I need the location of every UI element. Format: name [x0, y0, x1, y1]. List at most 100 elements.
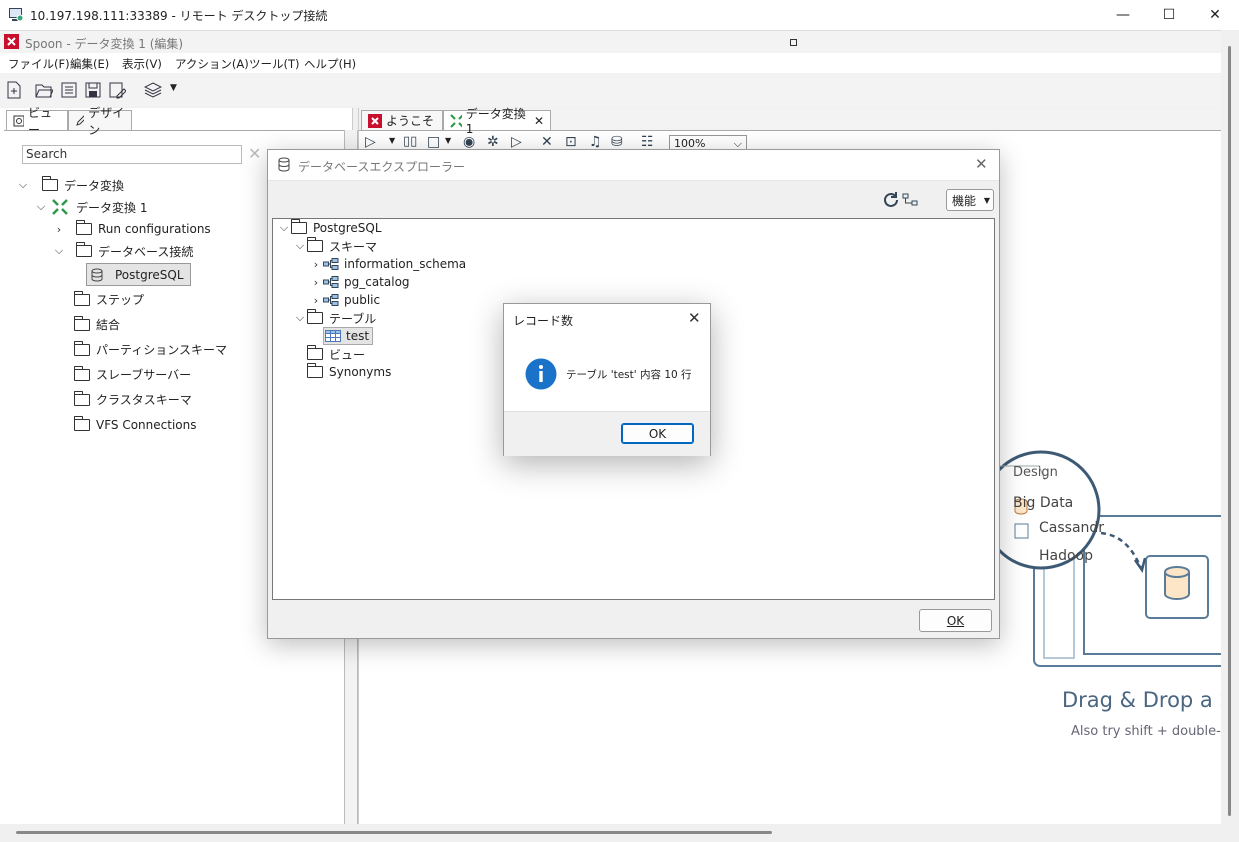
schema-icon	[323, 258, 339, 270]
message-title-bar: レコード数 ✕	[504, 304, 710, 334]
open-file-icon[interactable]	[35, 81, 53, 99]
horizontal-scrollbar[interactable]	[0, 824, 1221, 842]
rdp-window-title: 10.197.198.111:33389 - リモート デスクトップ接続	[30, 9, 328, 23]
vertical-scrollbar[interactable]	[1221, 30, 1239, 842]
welcome-big-data: Big Data	[1013, 495, 1074, 511]
pause-icon[interactable]: ▯▯	[403, 134, 417, 149]
pencil-icon	[76, 114, 85, 126]
menu-help[interactable]: ヘルプ(H)	[304, 56, 356, 72]
tree-label: PostgreSQL	[313, 221, 382, 235]
chevron-right-icon[interactable]: ›	[309, 258, 323, 271]
spoon-logo-icon	[4, 34, 19, 49]
close-button[interactable]: ✕	[1192, 0, 1238, 30]
dialog-close-icon[interactable]: ✕	[975, 155, 988, 173]
tree-label: ビュー	[329, 347, 366, 362]
run-dropdown-icon[interactable]: ▼	[389, 136, 395, 145]
menu-view[interactable]: 表示(V)	[122, 56, 162, 72]
tree-label: データ変換 1	[76, 200, 148, 215]
schema-icon	[323, 276, 339, 288]
spoon-title-bar: Spoon - データ変換 1 (編集)	[0, 31, 1239, 53]
folder-icon	[73, 365, 90, 381]
menu-action[interactable]: アクション(A)	[175, 56, 249, 72]
layers-dropdown-icon[interactable]: ▼	[170, 83, 177, 93]
vertical-scrollbar-thumb[interactable]	[1228, 46, 1231, 816]
maximize-button[interactable]: ☐	[1146, 0, 1192, 30]
rdp-title-bar: 10.197.198.111:33389 - リモート デスクトップ接続 — ☐…	[0, 0, 1239, 31]
tree-label: information_schema	[344, 257, 467, 271]
db-tree-node-schema[interactable]: › information_schema	[277, 255, 577, 273]
replay-icon[interactable]: ▷	[511, 134, 522, 150]
db-tree-node-schema[interactable]: › pg_catalog	[277, 273, 577, 291]
chevron-right-icon[interactable]: ›	[52, 223, 66, 236]
dialog-title-bar: データベースエクスプローラー ✕	[268, 150, 999, 181]
tree-label: データベース接続	[98, 244, 194, 259]
menu-edit[interactable]: 編集(E)	[70, 56, 109, 72]
impact-icon[interactable]: ⊡	[565, 134, 577, 150]
save-as-icon[interactable]	[108, 81, 126, 99]
message-title: レコード数	[513, 314, 574, 328]
features-dropdown-button[interactable]: 機能 ▼	[946, 189, 994, 211]
refresh-icon[interactable]	[882, 191, 900, 209]
message-text: テーブル 'test' 内容 10 行	[566, 369, 692, 381]
verify-icon[interactable]: ✕	[541, 134, 553, 150]
save-icon[interactable]	[84, 81, 102, 99]
chevron-down-icon[interactable]: ⌵	[277, 221, 291, 235]
tab-design-label: デザイン	[88, 105, 125, 137]
stop-dropdown-icon[interactable]: ▼	[445, 136, 451, 145]
tab-view-label: ビュー	[28, 105, 53, 137]
restore-icon[interactable]	[790, 39, 797, 46]
chevron-down-icon[interactable]: ⌵	[293, 239, 307, 253]
folder-icon	[73, 290, 90, 306]
welcome-headline: Drag & Drop a S	[1062, 688, 1222, 712]
app-title: Spoon - データ変換 1 (編集)	[25, 37, 184, 51]
tree-label: 結合	[96, 318, 121, 332]
sql-icon[interactable]: ♫	[589, 134, 602, 150]
tab-design[interactable]: デザイン	[68, 106, 132, 137]
welcome-design-tab: Design	[1013, 465, 1058, 480]
chevron-down-icon[interactable]: ⌵	[52, 244, 66, 258]
tree-label: クラスタスキーマ	[96, 393, 192, 407]
chevron-right-icon[interactable]: ›	[309, 294, 323, 307]
minimize-button[interactable]: —	[1100, 0, 1146, 30]
chevron-down-icon[interactable]: ⌵	[293, 311, 307, 325]
features-label: 機能	[952, 193, 977, 208]
close-tab-icon[interactable]: ✕	[534, 114, 544, 128]
explore-repository-icon[interactable]	[60, 81, 78, 99]
schema-icon	[323, 294, 339, 306]
folder-icon	[73, 315, 90, 331]
explorer-ok-button[interactable]: OK	[919, 609, 992, 632]
search-input[interactable]: Search	[22, 145, 242, 164]
new-file-icon[interactable]	[5, 81, 23, 99]
layers-icon[interactable]	[144, 81, 162, 99]
explore-db-icon[interactable]: ⛁	[611, 134, 623, 150]
tree-label: スレーブサーバー	[96, 368, 192, 382]
tree-label: pg_catalog	[344, 275, 410, 289]
debug-icon[interactable]: ✲	[487, 134, 499, 150]
chevron-down-icon[interactable]: ⌵	[16, 178, 30, 192]
welcome-illustration	[989, 450, 1222, 667]
tab-welcome[interactable]: ようこそ	[361, 110, 443, 130]
chevron-right-icon[interactable]: ›	[309, 276, 323, 289]
tree-label: PostgreSQL	[115, 267, 184, 282]
menu-tools[interactable]: ツール(T)	[249, 56, 300, 72]
show-results-icon[interactable]: ☷	[641, 134, 654, 150]
menu-file[interactable]: ファイル(F)	[8, 56, 70, 72]
db-tree-node-schemas[interactable]: ⌵ スキーマ	[277, 237, 577, 255]
horizontal-scrollbar-thumb[interactable]	[16, 831, 772, 834]
tab-transformation-1[interactable]: データ変換 1 ✕	[443, 107, 551, 136]
folder-icon	[41, 176, 58, 191]
tree-label: Synonyms	[329, 365, 392, 379]
db-tree-node-postgresql[interactable]: ⌵ PostgreSQL	[277, 219, 577, 237]
tree-label: パーティションスキーマ	[96, 343, 228, 357]
message-close-icon[interactable]: ✕	[688, 309, 701, 327]
tab-view[interactable]: ビュー	[6, 106, 68, 137]
message-ok-button[interactable]: OK	[621, 423, 694, 444]
chevron-down-icon[interactable]: ⌵	[34, 200, 48, 214]
hierarchy-icon[interactable]	[902, 193, 918, 207]
preview-icon[interactable]: ◉	[463, 134, 475, 150]
clear-search-icon[interactable]: ✕	[248, 144, 261, 163]
tree-label: ステップ	[96, 293, 145, 307]
run-icon[interactable]: ▷	[365, 134, 376, 150]
stop-icon[interactable]: □	[427, 134, 440, 150]
folder-icon	[306, 237, 323, 252]
